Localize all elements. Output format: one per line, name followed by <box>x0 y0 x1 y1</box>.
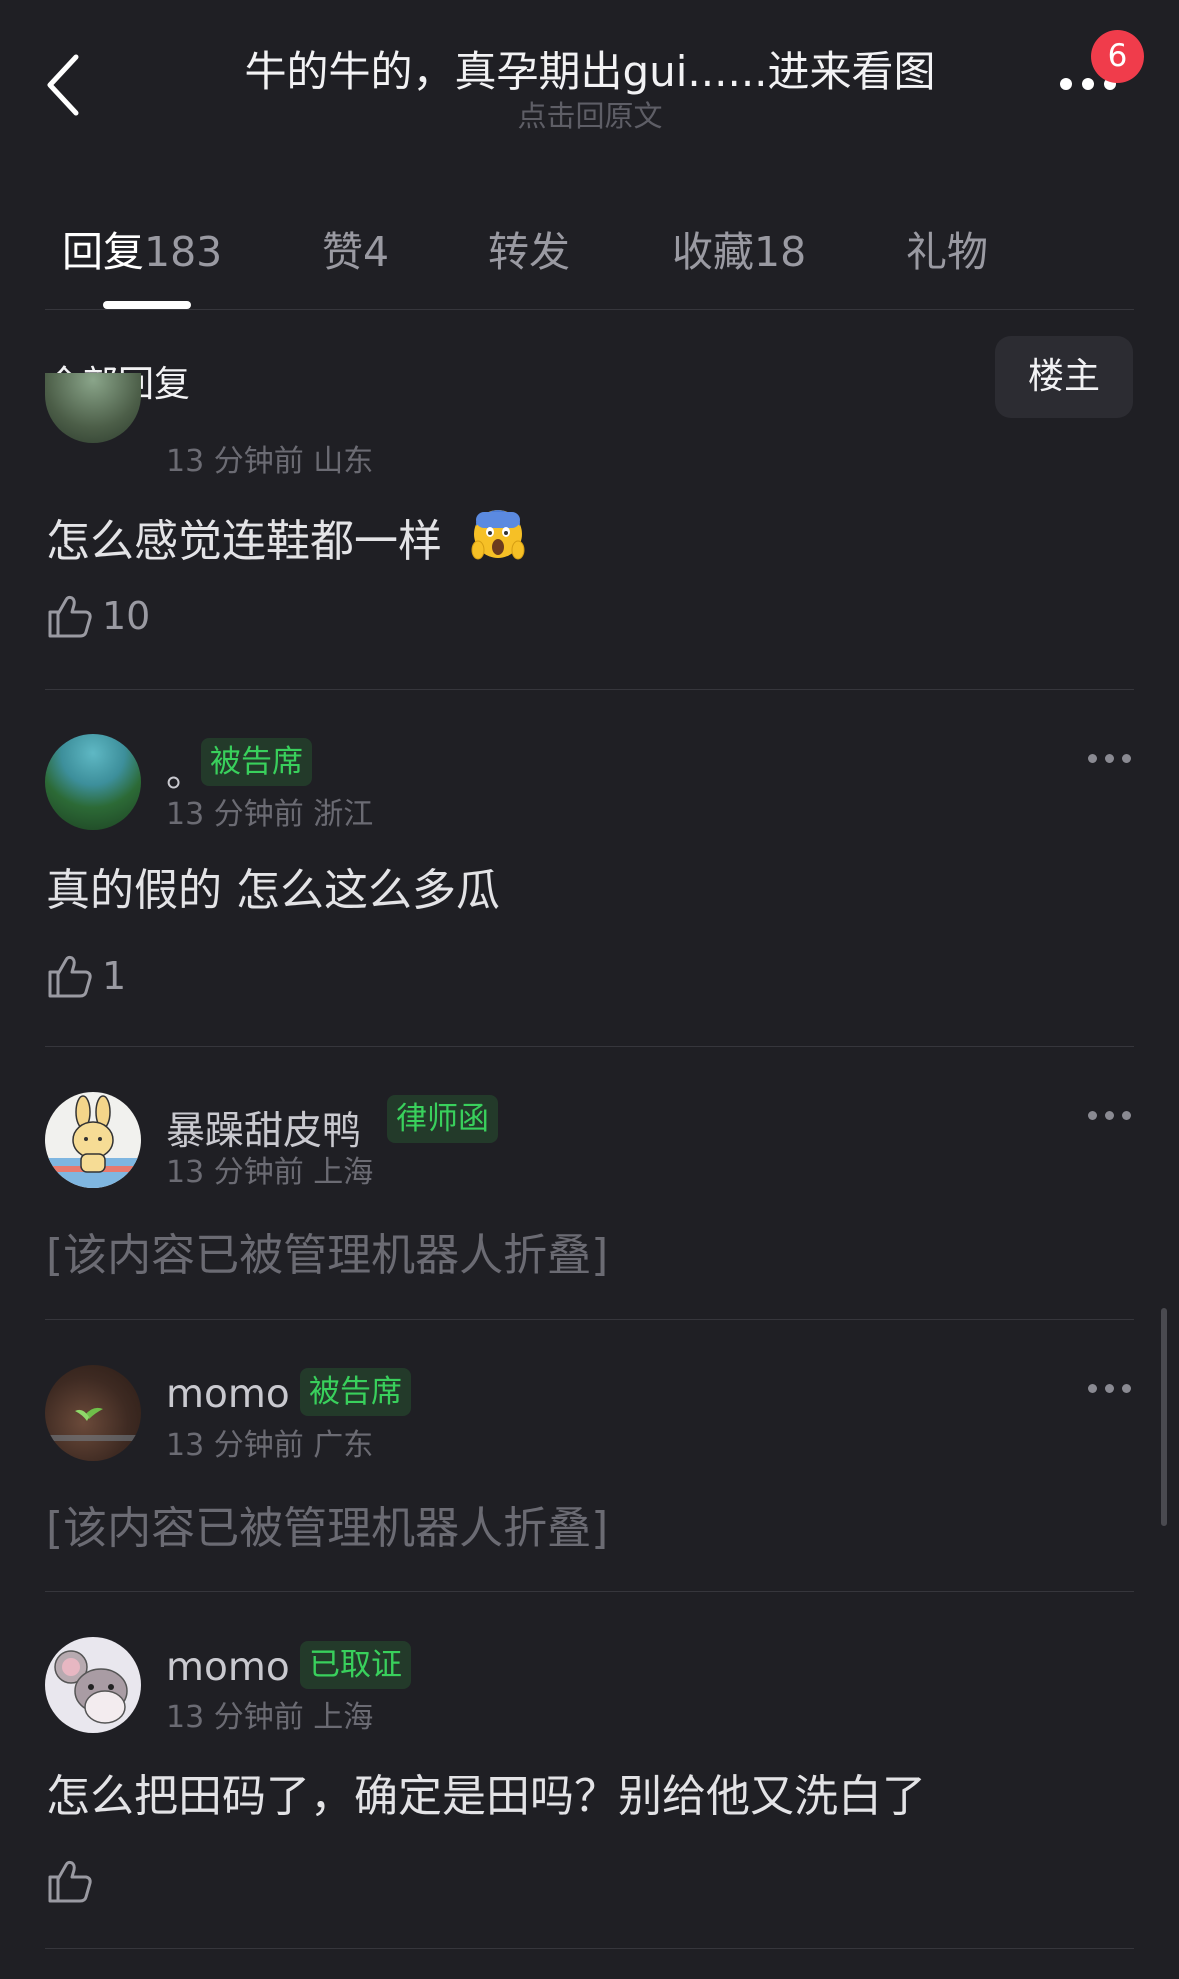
user-tag: 已取证 <box>300 1641 411 1689</box>
thumbs-up-icon <box>48 955 92 998</box>
top-nav-bar: 牛的牛的，真孕期出gui......进来看图 点击回原文 6 <box>0 0 1179 160</box>
more-dots-icon <box>1088 1111 1097 1120</box>
comment-meta: 13 分钟前 山东 <box>166 444 374 479</box>
user-tag: 律师函 <box>387 1095 498 1143</box>
comment-meta: 13 分钟前 上海 <box>166 1700 374 1735</box>
comment-item: 。 被告席 13 分钟前 浙江 真的假的 怎么这么多瓜 1 <box>0 690 1179 1046</box>
thumbs-up-icon <box>48 595 92 638</box>
username[interactable]: momo <box>166 1645 290 1690</box>
tab-gifts[interactable]: 礼物 <box>906 218 988 278</box>
avatar[interactable] <box>45 1365 141 1461</box>
tab-count: 4 <box>363 228 390 276</box>
like-count: 10 <box>102 594 151 638</box>
bunny-avatar-icon <box>45 1095 141 1188</box>
comment-item: momo 已取证 13 分钟前 上海 怎么把田码了，确定是田吗？别给他又洗白了 <box>0 1592 1179 1948</box>
more-dot <box>1122 1111 1131 1120</box>
comment-meta: 13 分钟前 广东 <box>166 1428 374 1463</box>
comment-text: 怎么感觉连鞋都一样 <box>46 502 528 569</box>
more-dot <box>1082 78 1094 90</box>
avatar[interactable] <box>45 734 141 830</box>
notification-badge: 6 <box>1091 30 1144 83</box>
comment-meta: 13 分钟前 浙江 <box>166 797 374 832</box>
user-tag: 被告席 <box>300 1368 411 1416</box>
comment-item: 13 分钟前 山东 怎么感觉连鞋都一样 10 <box>0 373 1179 690</box>
more-dots-icon <box>1088 1384 1097 1393</box>
comment-more-button[interactable] <box>1088 1378 1132 1402</box>
comment-item: 暴躁甜皮鸭 律师函 13 分钟前 上海 [该内容已被管理机器人折叠] <box>0 1047 1179 1319</box>
tab-bar: 回复183 赞4 转发 收藏18 礼物 <box>0 200 1179 310</box>
chevron-left-icon <box>47 54 79 116</box>
comment-meta: 13 分钟前 上海 <box>166 1155 374 1190</box>
post-title[interactable]: 牛的牛的，真孕期出gui......进来看图 <box>200 38 980 99</box>
back-button[interactable] <box>40 45 90 125</box>
more-dots-icon <box>1088 754 1097 763</box>
tab-replies[interactable]: 回复183 <box>62 218 222 278</box>
folded-comment-text[interactable]: [该内容已被管理机器人折叠] <box>46 1492 608 1556</box>
comment-item: momo 被告席 13 分钟前 广东 [该内容已被管理机器人折叠] <box>0 1320 1179 1592</box>
user-tag: 被告席 <box>201 738 312 786</box>
filter-op-button[interactable]: 楼主 <box>995 336 1133 418</box>
divider <box>45 1948 1134 1949</box>
mouse-avatar-icon <box>54 1650 128 1724</box>
back-to-original-link[interactable]: 点击回原文 <box>200 93 980 135</box>
more-dot <box>1122 754 1131 763</box>
more-dot <box>1105 754 1114 763</box>
scream-emoji-icon <box>471 510 525 560</box>
username[interactable]: momo <box>166 1372 290 1417</box>
avatar[interactable] <box>45 1637 141 1733</box>
tab-count: 183 <box>144 228 223 276</box>
tab-reposts[interactable]: 转发 <box>488 218 570 278</box>
more-dots-icon <box>1060 78 1072 90</box>
comment-text: 真的假的 怎么这么多瓜 <box>46 865 500 916</box>
comment-text: 怎么把田码了，确定是田吗？别给他又洗白了 <box>46 1771 926 1822</box>
comment-more-button[interactable] <box>1088 1105 1132 1129</box>
comment-more-button[interactable] <box>1088 748 1132 772</box>
divider <box>45 309 1134 310</box>
tab-likes[interactable]: 赞4 <box>322 218 389 278</box>
active-tab-indicator <box>103 301 191 309</box>
plant-avatar-icon <box>45 1407 141 1441</box>
folded-comment-text[interactable]: [该内容已被管理机器人折叠] <box>46 1219 608 1283</box>
more-dot <box>1122 1384 1131 1393</box>
tab-label: 收藏 <box>672 228 754 276</box>
thread-page: 牛的牛的，真孕期出gui......进来看图 点击回原文 6 回复183 赞4 … <box>0 0 1179 1979</box>
tab-favorites[interactable]: 收藏18 <box>672 218 806 278</box>
comment-text-content: 怎么感觉连鞋都一样 <box>46 516 442 567</box>
tab-label: 礼物 <box>906 228 988 276</box>
avatar[interactable] <box>45 373 141 443</box>
more-dot <box>1105 1384 1114 1393</box>
tab-label: 转发 <box>488 228 570 276</box>
tab-count: 18 <box>754 228 807 276</box>
more-dot <box>1105 1111 1114 1120</box>
tab-label: 回复 <box>62 228 144 276</box>
scrollbar[interactable] <box>1161 1308 1167 1526</box>
tab-label: 赞 <box>322 228 363 276</box>
like-count: 1 <box>102 954 127 998</box>
thumbs-up-icon <box>48 1860 92 1903</box>
avatar[interactable] <box>45 1092 141 1188</box>
